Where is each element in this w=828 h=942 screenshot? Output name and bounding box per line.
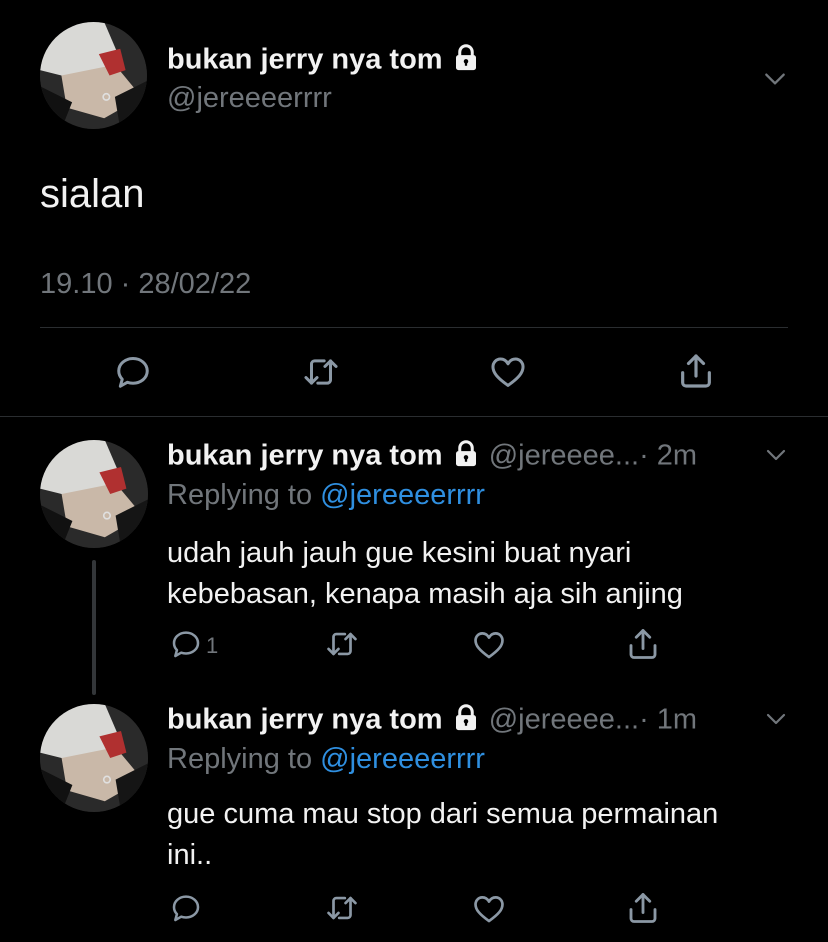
reply-time: · 1m [639,703,698,736]
heart-icon[interactable] [472,892,506,926]
reply-icon[interactable] [170,628,202,660]
reply-text-line: udah jauh jauh gue kesini buat nyari [167,537,632,569]
handle[interactable]: @jereeee... [489,704,639,736]
replying-label: Replying to [167,743,313,775]
replying-to: Replying to @jereeeerrrr [167,479,485,512]
lock-icon [451,438,481,476]
avatar-image [40,704,148,812]
lock-icon [451,702,481,740]
avatar-image [40,440,148,548]
tweet-text: sialan [40,172,145,216]
reply-time: · 2m [639,439,698,472]
reply-text-line: ini.. [167,839,213,871]
reply-text: gue cuma mau stop dari semua permainan i… [167,794,718,876]
retweet-icon[interactable] [324,891,360,925]
replying-handle-link[interactable]: @jereeeerrrr [320,479,485,511]
heart-icon[interactable] [472,628,506,662]
share-icon[interactable] [676,351,716,391]
share-icon[interactable] [625,626,661,662]
chevron-down-icon[interactable] [764,443,788,467]
replying-to: Replying to @jereeeerrrr [167,743,485,776]
replying-handle-link[interactable]: @jereeeerrrr [320,743,485,775]
retweet-icon[interactable] [324,627,360,661]
reply-count: 1 [206,633,219,658]
avatar[interactable] [40,704,148,812]
display-name[interactable]: bukan jerry nya tom [167,42,481,80]
reply-text: udah jauh jauh gue kesini buat nyari keb… [167,533,683,615]
reply-text-line: gue cuma mau stop dari semua permainan [167,798,719,830]
avatar[interactable] [40,22,147,129]
reply-header: bukan jerry nya tom @jereeee...· 2m [167,438,697,476]
replying-label: Replying to [167,479,313,511]
reply-header: bukan jerry nya tom @jereeee...· 1m [167,702,697,740]
heart-icon[interactable] [489,353,527,391]
divider [0,416,828,417]
avatar-image [40,22,147,129]
reply-icon[interactable] [170,892,202,924]
tweet-timestamp: 19.10 · 28/02/22 [40,268,252,300]
reply-text-line: kebebasan, kenapa masih aja sih anjing [167,578,683,610]
retweet-icon[interactable] [300,353,342,391]
display-name[interactable]: bukan jerry nya tom [167,440,443,472]
handle[interactable]: @jereeee... [489,440,639,472]
avatar[interactable] [40,440,148,548]
reply-icon[interactable] [114,353,152,391]
chevron-down-icon[interactable] [762,66,788,92]
handle[interactable]: @jereeeerrrr [167,82,332,115]
thread-line [92,560,96,695]
lock-icon [451,42,481,80]
display-name[interactable]: bukan jerry nya tom [167,704,443,736]
share-icon[interactable] [625,890,661,926]
display-name-text: bukan jerry nya tom [167,43,443,76]
divider [40,327,788,328]
chevron-down-icon[interactable] [764,707,788,731]
